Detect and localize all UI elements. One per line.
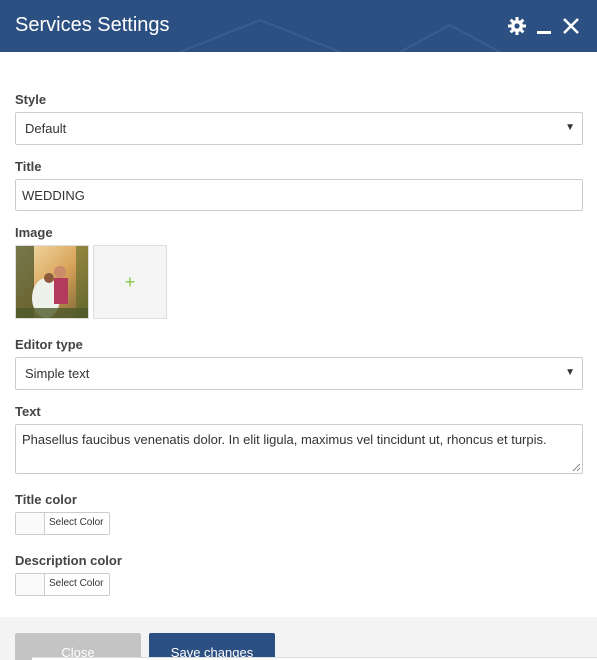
description-color-button-label: Select Color (49, 578, 104, 589)
image-thumbnail[interactable] (15, 245, 89, 319)
chevron-down-icon: ▼ (565, 367, 575, 378)
gear-icon[interactable] (507, 16, 527, 36)
title-input-value: WEDDING (22, 188, 85, 203)
image-label: Image (15, 225, 53, 240)
title-color-button-label: Select Color (49, 517, 104, 528)
dialog-footer: Close Save changes (0, 617, 597, 660)
save-changes-button[interactable]: Save changes (149, 633, 275, 660)
color-swatch (16, 513, 45, 534)
style-select[interactable]: Default ▼ (15, 112, 583, 145)
text-label: Text (15, 404, 41, 419)
resize-handle-icon[interactable] (572, 463, 581, 472)
title-label: Title (15, 159, 42, 174)
editor-type-select-value: Simple text (25, 366, 90, 381)
text-textarea-value: Phasellus faucibus venenatis dolor. In e… (22, 432, 547, 447)
chevron-down-icon: ▼ (565, 122, 575, 133)
text-textarea[interactable]: Phasellus faucibus venenatis dolor. In e… (15, 424, 583, 474)
add-image-button[interactable]: + (93, 245, 167, 319)
style-select-value: Default (25, 121, 67, 136)
title-color-label: Title color (15, 492, 77, 507)
dialog-title: Services Settings (15, 14, 170, 36)
close-icon[interactable] (561, 16, 581, 36)
style-label: Style (15, 92, 47, 107)
minimize-icon[interactable] (534, 16, 554, 36)
description-color-label: Description color (15, 553, 122, 568)
color-swatch (16, 574, 45, 595)
dialog-header: Services Settings (0, 0, 597, 52)
title-input[interactable]: WEDDING (15, 179, 583, 211)
close-button[interactable]: Close (15, 633, 141, 660)
editor-type-select[interactable]: Simple text ▼ (15, 357, 583, 390)
description-color-picker[interactable]: Select Color (15, 573, 110, 596)
title-color-picker[interactable]: Select Color (15, 512, 110, 535)
wedding-photo (16, 246, 88, 318)
editor-type-label: Editor type (15, 337, 83, 352)
